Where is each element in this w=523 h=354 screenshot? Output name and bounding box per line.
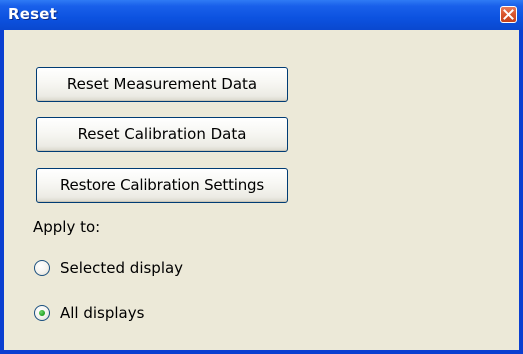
radio-selected-display[interactable]: Selected display [34, 257, 183, 279]
reset-dialog: Reset Reset Measurement Data Reset Calib… [0, 0, 523, 354]
radio-button[interactable] [34, 260, 50, 276]
radio-all-displays[interactable]: All displays [34, 302, 144, 324]
radio-label-selected-display[interactable]: Selected display [60, 259, 183, 277]
close-button[interactable] [500, 6, 517, 23]
close-icon [503, 9, 514, 20]
radio-button-checked[interactable] [34, 305, 50, 321]
apply-to-label: Apply to: [33, 218, 101, 236]
radio-label-all-displays[interactable]: All displays [60, 304, 144, 322]
restore-calibration-settings-button[interactable]: Restore Calibration Settings [36, 168, 288, 203]
title-bar[interactable]: Reset [0, 0, 523, 30]
window-title: Reset [8, 5, 57, 23]
reset-measurement-data-button[interactable]: Reset Measurement Data [36, 67, 288, 102]
dialog-body: Reset Measurement Data Reset Calibration… [4, 30, 519, 350]
reset-calibration-data-button[interactable]: Reset Calibration Data [36, 117, 288, 152]
radio-selected-dot [39, 310, 45, 316]
